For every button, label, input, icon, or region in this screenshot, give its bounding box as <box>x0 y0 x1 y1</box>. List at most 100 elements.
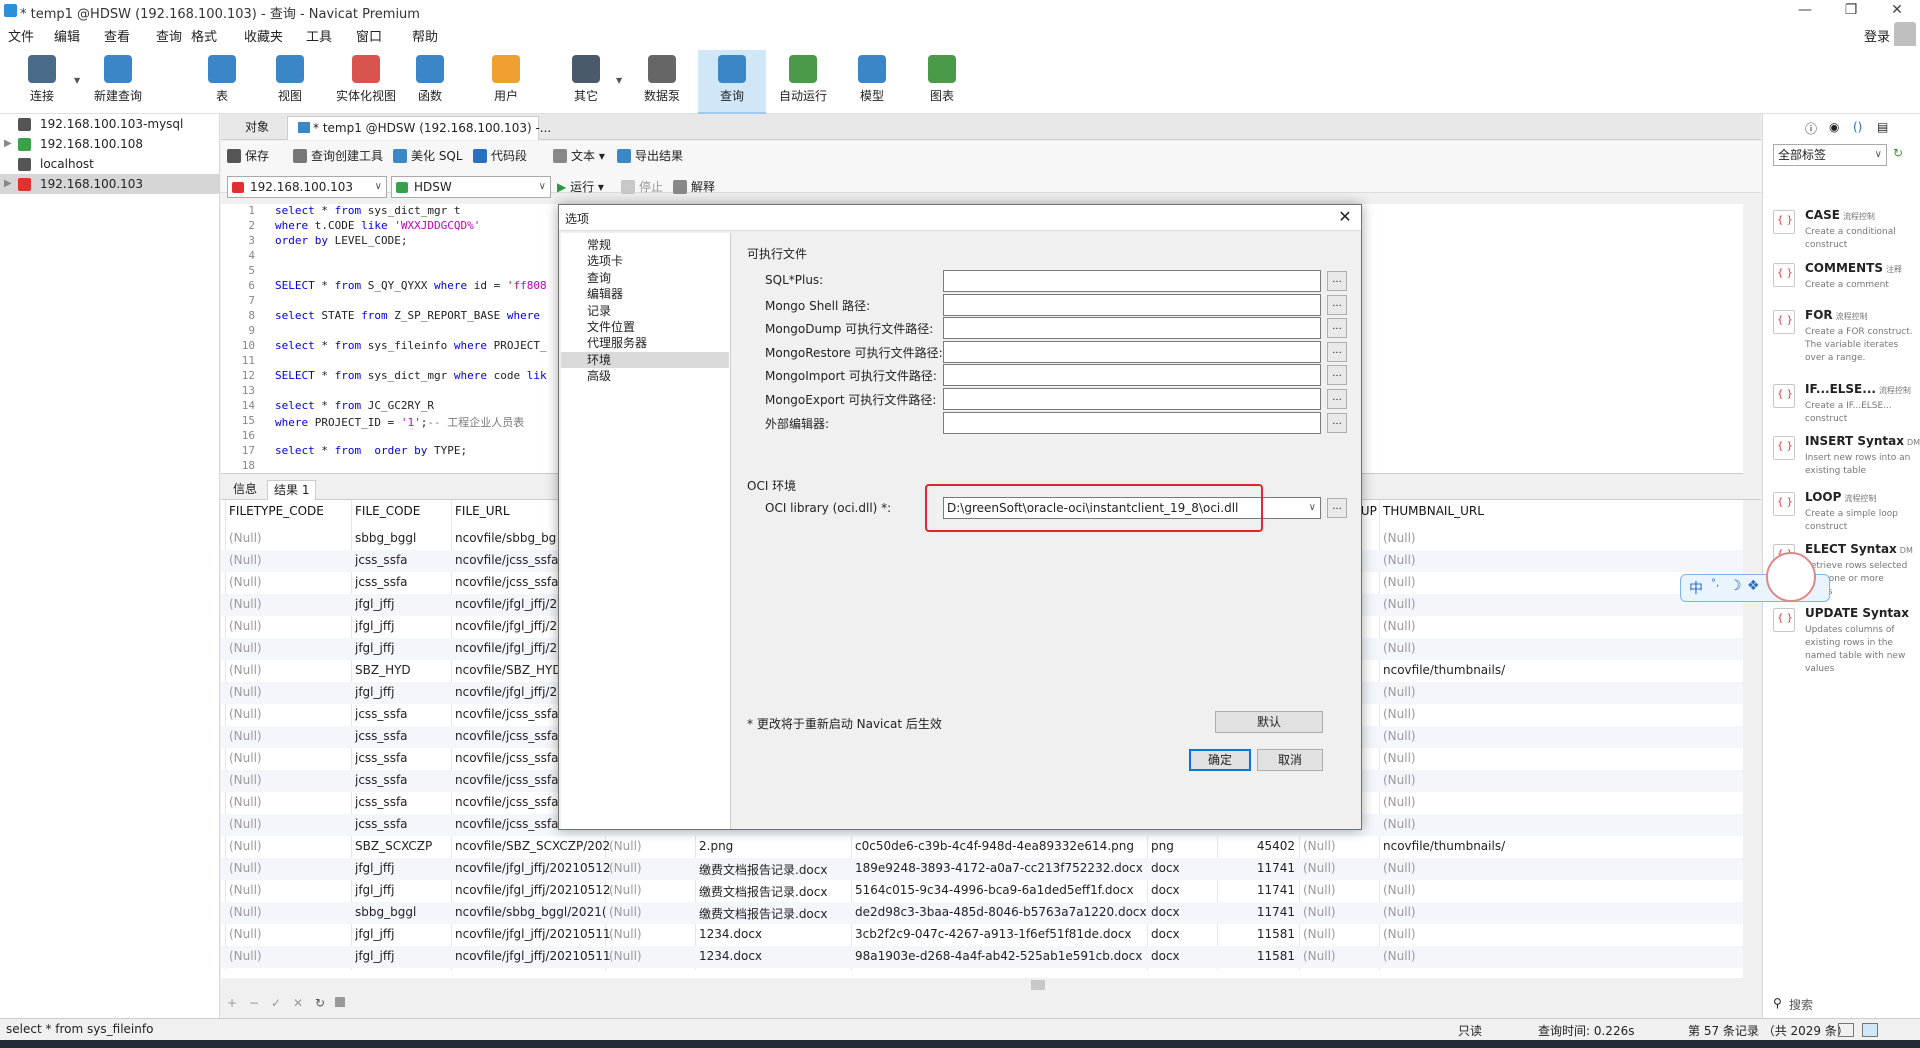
table-cell[interactable]: 1234.docx <box>699 949 762 963</box>
table-cell[interactable]: (Null) <box>229 531 262 545</box>
table-cell[interactable]: docx <box>1151 883 1180 897</box>
table-cell[interactable]: c0c50de6-c39b-4c4f-948d-4ea89332e614.png <box>855 839 1134 853</box>
ok-button[interactable]: 确定 <box>1189 749 1251 771</box>
table-cell[interactable]: (Null) <box>1383 531 1416 545</box>
options-nav-item[interactable]: 编辑器 <box>561 286 729 302</box>
snippet-item[interactable]: CASE流程控制 Create a conditional construct <box>1773 208 1913 258</box>
table-cell[interactable]: jcss_ssfa <box>355 729 408 743</box>
table-cell[interactable]: ncovfile/jfgl_jffj/20 <box>455 641 565 655</box>
menu-format[interactable]: 格式 <box>191 26 217 45</box>
delete-record-icon[interactable]: − <box>249 996 259 1010</box>
table-cell[interactable]: ncovfile/SBZ_HYD <box>455 663 562 677</box>
run-button[interactable]: ▶ 运行 ▾ <box>557 178 604 195</box>
table-cell[interactable]: jcss_ssfa <box>355 773 408 787</box>
table-cell[interactable]: 11581 <box>1221 949 1295 963</box>
table-cell[interactable]: ncovfile/jfgl_jffj/20 <box>455 597 565 611</box>
browse-button[interactable]: ... <box>1327 412 1347 433</box>
table-cell[interactable]: jfgl_jffj <box>355 949 394 963</box>
query-button[interactable]: 查询 <box>698 50 766 114</box>
browse-button[interactable]: ... <box>1327 341 1347 362</box>
tab-result-1[interactable]: 结果 1 <box>267 480 317 500</box>
table-cell[interactable]: (Null) <box>1383 751 1416 765</box>
table-cell[interactable]: jfgl_jffj <box>355 619 394 633</box>
table-cell[interactable]: jcss_ssfa <box>355 751 408 765</box>
table-cell[interactable]: (Null) <box>609 927 642 941</box>
options-nav-item[interactable]: 记录 <box>561 303 729 319</box>
table-cell[interactable]: (Null) <box>1383 553 1416 567</box>
query-builder-button[interactable]: 查询创建工具 <box>293 147 383 164</box>
oci-browse-button[interactable]: ... <box>1327 498 1347 518</box>
table-cell[interactable]: sbbg_bggl <box>355 905 416 919</box>
tab-info[interactable]: 信息 <box>227 480 263 500</box>
table-cell[interactable]: jcss_ssfa <box>355 553 408 567</box>
explain-button[interactable]: 解释 <box>673 178 715 195</box>
table-cell[interactable]: (Null) <box>1383 927 1416 941</box>
table-cell[interactable]: (Null) <box>1383 817 1416 831</box>
table-cell[interactable]: jfgl_jffj <box>355 927 394 941</box>
connection-item[interactable]: localhost <box>0 154 220 174</box>
table-cell[interactable]: (Null) <box>229 773 262 787</box>
table-cell[interactable]: jcss_ssfa <box>355 817 408 831</box>
browse-button[interactable]: ... <box>1327 318 1347 339</box>
table-cell[interactable]: jcss_ssfa <box>355 707 408 721</box>
table-cell[interactable]: ncovfile/jfgl_jffj/20210512 <box>455 861 611 875</box>
table-cell[interactable]: (Null) <box>1303 949 1336 963</box>
table-cell[interactable]: ncovfile/jfgl_jffj/20 <box>455 685 565 699</box>
table-cell[interactable]: 11741 <box>1221 883 1295 897</box>
table-cell[interactable]: ncovfile/jcss_ssfa <box>455 817 558 831</box>
column-header[interactable]: FILE_CODE <box>355 504 420 524</box>
table-cell[interactable]: 缴费文档报告记录.docx <box>699 861 827 878</box>
datapump-button[interactable]: 数据泵 <box>628 50 696 114</box>
options-nav-item[interactable]: 代理服务器 <box>561 335 729 351</box>
others-dropdown-icon[interactable]: ▼ <box>616 76 622 85</box>
snippet-item[interactable]: INSERT SyntaxDM Insert new rows into an e… <box>1773 434 1920 484</box>
table-cell[interactable]: ncovfile/jcss_ssfa <box>455 707 558 721</box>
export-results-button[interactable]: 导出结果 <box>617 147 683 164</box>
model-button[interactable]: 模型 <box>838 50 906 114</box>
table-cell[interactable]: (Null) <box>609 905 642 919</box>
menu-file[interactable]: 文件 <box>8 26 34 45</box>
beautify-sql-button[interactable]: 美化 SQL <box>393 147 463 164</box>
table-cell[interactable]: (Null) <box>1383 861 1416 875</box>
grid-view-icon[interactable] <box>1838 1023 1854 1037</box>
table-cell[interactable]: png <box>1151 839 1174 853</box>
table-cell[interactable]: (Null) <box>229 553 262 567</box>
table-cell[interactable]: (Null) <box>229 663 262 677</box>
table-cell[interactable]: docx <box>1151 861 1180 875</box>
table-cell[interactable]: (Null) <box>229 795 262 809</box>
table-cell[interactable]: 2.png <box>699 839 733 853</box>
add-record-icon[interactable]: + <box>227 996 237 1010</box>
options-nav-item[interactable]: 环境 <box>561 351 729 368</box>
autorun-button[interactable]: 自动运行 <box>768 50 838 114</box>
table-cell[interactable]: ncovfile/sbbg_bg <box>455 531 556 545</box>
eye-icon[interactable]: ◉ <box>1829 120 1839 134</box>
table-cell[interactable]: 缴费文档报告记录.docx <box>699 883 827 900</box>
table-cell[interactable]: (Null) <box>609 839 642 853</box>
table-cell[interactable]: jfgl_jffj <box>355 597 394 611</box>
stop-icon[interactable] <box>335 997 345 1007</box>
connect-button[interactable]: 连接 <box>8 50 76 114</box>
table-cell[interactable]: 3cb2f2c9-047c-4267-a913-1f6ef51f81de.doc… <box>855 927 1132 941</box>
table-cell[interactable]: ncovfile/jcss_ssfa <box>455 773 558 787</box>
table-row[interactable]: (Null) SBZ_SCXCZP ncovfile/SBZ_SCXCZP/202(… <box>221 836 1743 858</box>
table-cell[interactable]: 189e9248-3893-4172-a0a7-cc213f752232.doc… <box>855 861 1143 875</box>
table-row[interactable]: (Null) jfgl_jffj ncovfile/jfgl_jffj/202105… <box>221 880 1743 902</box>
browse-button[interactable]: ... <box>1327 365 1347 386</box>
table-cell[interactable]: (Null) <box>229 861 262 875</box>
table-cell[interactable]: docx <box>1151 927 1180 941</box>
connection-item[interactable]: ▶ 192.168.100.103 <box>0 174 220 194</box>
refresh-icon[interactable]: ↻ <box>1893 146 1903 160</box>
close-icon[interactable]: ✕ <box>1874 0 1920 22</box>
table-row[interactable]: (Null) jfgl_jffj ncovfile/jfgl_jffj/202105… <box>221 946 1743 968</box>
table-cell[interactable]: (Null) <box>1383 685 1416 699</box>
expand-icon[interactable]: ▶ <box>4 174 12 194</box>
snippet-item[interactable]: LOOP流程控制 Create a simple loop construct <box>1773 490 1913 540</box>
new-query-button[interactable]: 新建查询 <box>84 50 152 114</box>
code-snippet-button[interactable]: 代码段 <box>473 147 527 164</box>
table-cell[interactable]: (Null) <box>229 927 262 941</box>
table-cell[interactable]: 98a1903e-d268-4a4f-ab42-525ab1e591cb.doc… <box>855 949 1142 963</box>
snippet-icon[interactable]: () <box>1853 120 1862 134</box>
table-cell[interactable]: jcss_ssfa <box>355 795 408 809</box>
chart-button[interactable]: 图表 <box>908 50 976 114</box>
menu-view[interactable]: 查看 <box>104 26 130 45</box>
